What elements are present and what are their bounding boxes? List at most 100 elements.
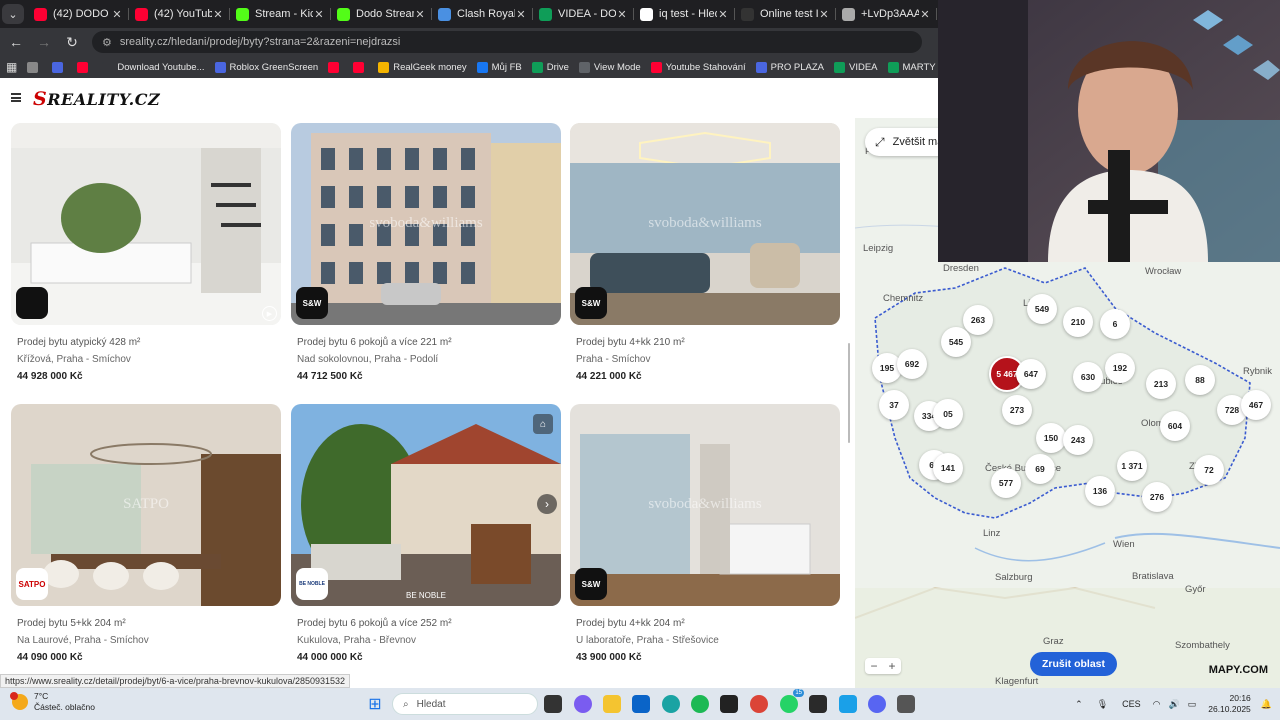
close-tab-icon[interactable]: ✕ [212,8,224,21]
cancel-area-button[interactable]: Zrušit oblast [1030,652,1118,676]
battery-icon[interactable]: ▭ [1188,699,1197,710]
map-cluster[interactable]: 630 [1073,362,1103,392]
language-indicator[interactable]: CES [1122,699,1141,709]
listing-title[interactable]: Prodej bytu 4+kk 210 m² [576,337,840,348]
bookmark-item[interactable]: PRO PLAZA [755,61,824,73]
browser-tab[interactable]: (42) YouTube✕ [129,0,230,28]
reload-button[interactable]: ↻ [60,30,84,54]
close-tab-icon[interactable]: ✕ [414,8,426,21]
bookmark-item[interactable] [52,61,67,73]
listing-photo[interactable]: svoboda&williams S&W [291,123,561,325]
bookmark-item[interactable] [27,61,42,73]
file-explorer-icon[interactable] [603,695,621,713]
menu-icon[interactable] [11,93,21,102]
browser-tab[interactable]: Online test IQ✕ [735,0,836,28]
listing-photo[interactable]: ▶ [11,123,281,325]
wifi-icon[interactable]: ◠ [1153,699,1161,710]
next-image-icon[interactable]: › [537,494,557,514]
listing-card[interactable]: svoboda&williams S&W Prodej bytu 6 pokojů … [291,123,561,382]
back-button[interactable]: ← [4,30,28,54]
start-icon[interactable]: ⊞ [366,695,384,713]
forward-button[interactable]: → [32,30,56,54]
listing-title[interactable]: Prodej bytu 6 pokojů a více 221 m² [297,337,561,348]
spotify-icon[interactable] [691,695,709,713]
map-cluster[interactable]: 692 [897,349,927,379]
map-cluster[interactable]: 273 [1002,395,1032,425]
apps-icon[interactable]: ▦ [6,60,17,74]
listing-title[interactable]: Prodej bytu 4+kk 204 m² [576,618,840,629]
map-cluster[interactable]: 276 [1142,482,1172,512]
listing-title[interactable]: Prodej bytu 5+kk 204 m² [17,618,281,629]
tab-search-button[interactable]: ⌄ [2,4,24,24]
map-cluster[interactable]: 141 [933,453,963,483]
map-cluster[interactable]: 72 [1194,455,1224,485]
bookmark-item[interactable]: RealGeek money [378,61,467,73]
map-cluster[interactable]: 545 [941,327,971,357]
map-cluster[interactable]: 05 [933,399,963,429]
bookmark-item[interactable]: Můj FB [476,61,522,73]
browser-tab[interactable]: +LvDp3AAAAE✕ [836,0,937,28]
task-view-icon[interactable] [544,695,562,713]
browser-tab[interactable]: VIDEA - DODO✕ [533,0,634,28]
listing-card[interactable]: ▶ Prodej bytu atypický 428 m² Křížová, Pra… [11,123,281,382]
taskbar-search[interactable]: ⌕ Hledat [392,693,538,715]
browser-tab[interactable]: Dodo Stream✕ [331,0,432,28]
listing-photo[interactable]: svoboda&williams S&W [570,123,840,325]
bookmark-item[interactable]: Drive [531,61,569,73]
bookmark-item[interactable]: Youtube Stahování [650,61,746,73]
bookmark-item[interactable] [328,61,343,73]
map-cluster[interactable]: 647 [1016,359,1046,389]
video-play-icon[interactable]: ▶ [262,306,277,321]
map-cluster[interactable]: 263 [963,305,993,335]
listing-card[interactable]: BE NOBLE ⌂ › BE NOBLE Prodej bytu 6 pokojů a… [291,404,561,663]
scrollbar[interactable] [848,343,850,443]
map-cluster[interactable]: 604 [1160,411,1190,441]
map-cluster[interactable]: 467 [1241,390,1271,420]
bookmark-item[interactable] [353,61,368,73]
weather-widget[interactable]: 7°C Částeč. oblačno [10,691,95,713]
browser-tab[interactable]: Clash Royale✕ [432,0,533,28]
map-cluster[interactable]: 210 [1063,307,1093,337]
close-tab-icon[interactable]: ✕ [515,8,527,21]
map-cluster[interactable]: 37 [879,390,909,420]
map-cluster[interactable]: 577 [991,468,1021,498]
bookmark-item[interactable]: View Mode [578,61,641,73]
volume-icon[interactable]: 🔊 [1169,699,1180,710]
chevron-up-icon[interactable]: ⌃ [1075,699,1083,710]
listing-photo[interactable]: SATPO SATPO [11,404,281,606]
listing-card[interactable]: svoboda&williams S&W Prodej bytu 4+kk 204 … [570,404,840,663]
listing-card[interactable]: svoboda&williams S&W Prodej bytu 4+kk 210 … [570,123,840,382]
listing-photo[interactable]: BE NOBLE ⌂ › BE NOBLE [291,404,561,606]
capcut-icon[interactable] [720,695,738,713]
map-cluster[interactable]: 136 [1085,476,1115,506]
browser-tab[interactable]: (42) DODO STI✕ [28,0,129,28]
browser-tab[interactable]: Stream - Kick D✕ [230,0,331,28]
map-cluster[interactable]: 6 [1100,309,1130,339]
epic-games-icon[interactable] [809,695,827,713]
microphone-icon[interactable]: 🎙 [1097,699,1108,710]
close-tab-icon[interactable]: ✕ [111,8,123,21]
map-cluster[interactable]: 88 [1185,365,1215,395]
address-bar[interactable]: ⚙ sreality.cz/hledani/prodej/byty?strana… [92,31,922,53]
listing-photo[interactable]: svoboda&williams S&W [570,404,840,606]
listing-title[interactable]: Prodej bytu 6 pokojů a více 252 m² [297,618,561,629]
map-cluster[interactable]: 150 [1036,423,1066,453]
map-cluster[interactable]: 192 [1105,353,1135,383]
agency-logo[interactable]: S&W [296,287,328,319]
map-cluster[interactable]: 213 [1146,369,1176,399]
bookmark-item[interactable]: VIDEA [834,61,878,73]
zoom-out-button[interactable]: − [865,658,883,674]
browser-tab[interactable]: iq test - Hledat✕ [634,0,735,28]
map-cluster[interactable]: 69 [1025,454,1055,484]
map-provider-logo[interactable]: MAPY.COM [1209,664,1268,676]
outlook-icon[interactable] [632,695,650,713]
bookmark-item[interactable]: Roblox GreenScreen [214,61,318,73]
whatsapp-icon[interactable]: 15 [780,689,804,713]
map-cluster[interactable]: 1 371 [1117,451,1147,481]
bookmark-item[interactable]: Download Youtube... [102,61,205,73]
copilot-icon[interactable] [574,695,592,713]
close-tab-icon[interactable]: ✕ [313,8,325,21]
bookmark-item[interactable] [77,61,92,73]
close-tab-icon[interactable]: ✕ [919,8,931,21]
discord-icon[interactable] [868,695,886,713]
